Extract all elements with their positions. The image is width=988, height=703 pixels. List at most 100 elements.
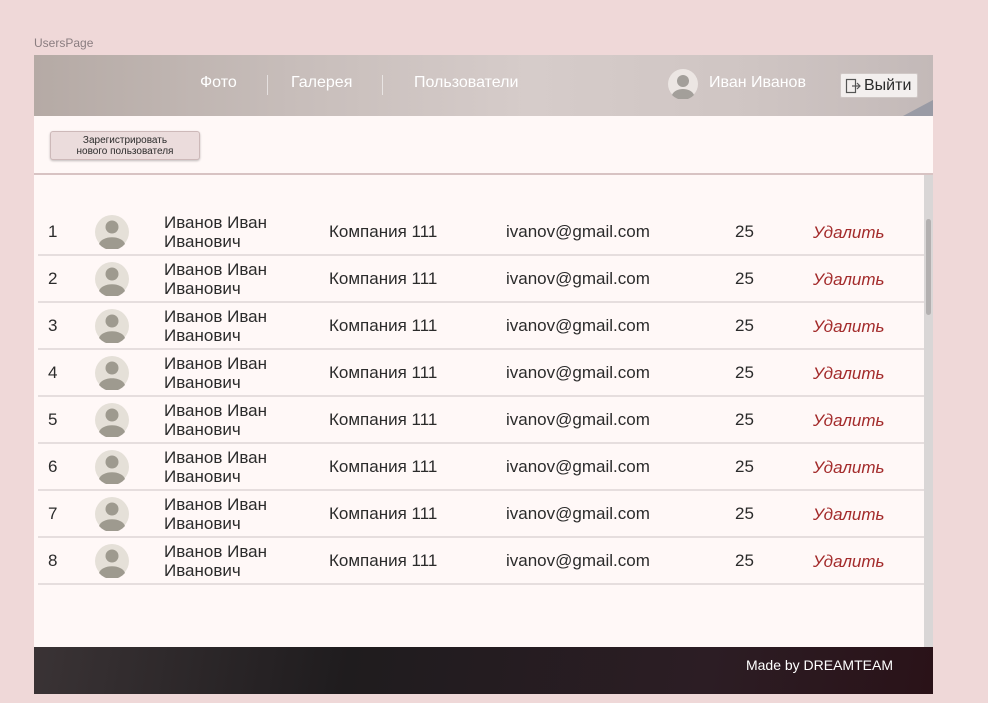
logout-label: Выйти [864, 76, 912, 94]
user-name-line1: Иванов Иван [164, 307, 268, 326]
user-age: 25 [735, 222, 754, 241]
user-name-line1: Иванов Иван [164, 354, 268, 373]
user-avatar-icon [95, 497, 129, 533]
user-full-name: Иванов Иван Иванович [164, 542, 304, 580]
nav-divider [382, 75, 383, 95]
nav-photo[interactable]: Фото [200, 74, 237, 92]
user-name-line2: Иванович [164, 232, 241, 251]
delete-user-link[interactable]: Удалить [813, 317, 884, 337]
user-email: ivanov@gmail.com [506, 551, 650, 570]
logout-icon [845, 78, 861, 93]
user-full-name: Иванов Иван Иванович [164, 448, 304, 486]
user-name-line2: Иванович [164, 279, 241, 298]
row-number: 7 [48, 504, 58, 523]
row-number: 1 [48, 222, 58, 241]
user-full-name: Иванов Иван Иванович [164, 260, 304, 298]
table-row: 2 Иванов Иван Иванович Компания 111 ivan… [38, 256, 924, 303]
user-avatar-icon [95, 356, 129, 392]
table-row: 1 Иванов Иван Иванович Компания 111 ivan… [38, 209, 924, 256]
user-avatar-icon [95, 450, 129, 486]
header: Фото Галерея Пользователи Иван Иванов Вы… [34, 55, 933, 116]
user-age: 25 [735, 410, 754, 429]
table-row: 8 Иванов Иван Иванович Компания 111 ivan… [38, 538, 924, 585]
scrollbar-thumb[interactable] [926, 219, 931, 315]
row-number: 3 [48, 316, 58, 335]
user-age: 25 [735, 504, 754, 523]
user-company: Компания 111 [329, 457, 438, 476]
register-label-line2: нового пользователя [76, 145, 174, 157]
user-email: ivanov@gmail.com [506, 269, 650, 288]
table-row: 6 Иванов Иван Иванович Компания 111 ivan… [38, 444, 924, 491]
register-user-button[interactable]: Зарегистрировать нового пользователя [50, 131, 200, 160]
user-avatar-icon [95, 403, 129, 439]
delete-user-link[interactable]: Удалить [813, 552, 884, 572]
user-email: ivanov@gmail.com [506, 457, 650, 476]
user-name-line1: Иванов Иван [164, 260, 268, 279]
user-age: 25 [735, 363, 754, 382]
user-email: ivanov@gmail.com [506, 410, 650, 429]
user-full-name: Иванов Иван Иванович [164, 213, 304, 251]
logout-button[interactable]: Выйти [840, 73, 919, 98]
user-company: Компания 111 [329, 222, 438, 241]
table-row: 4 Иванов Иван Иванович Компания 111 ivan… [38, 350, 924, 397]
users-table: 1 Иванов Иван Иванович Компания 111 ivan… [34, 175, 933, 647]
user-email: ivanov@gmail.com [506, 363, 650, 382]
user-company: Компания 111 [329, 551, 438, 570]
user-company: Компания 111 [329, 269, 438, 288]
user-company: Компания 111 [329, 363, 438, 382]
footer: Made by DREAMTEAM [34, 647, 933, 694]
user-email: ivanov@gmail.com [506, 504, 650, 523]
user-email: ivanov@gmail.com [506, 316, 650, 335]
user-name-line1: Иванов Иван [164, 495, 268, 514]
user-avatar-icon [95, 215, 129, 251]
nav-gallery[interactable]: Галерея [291, 74, 352, 92]
user-full-name: Иванов Иван Иванович [164, 354, 304, 392]
user-name-line1: Иванов Иван [164, 448, 268, 467]
user-name-line2: Иванович [164, 561, 241, 580]
user-full-name: Иванов Иван Иванович [164, 495, 304, 533]
toolbar: Зарегистрировать нового пользователя [34, 116, 933, 175]
user-name-line1: Иванов Иван [164, 542, 268, 561]
current-user-name[interactable]: Иван Иванов [709, 74, 806, 92]
user-avatar-icon [95, 544, 129, 580]
row-number: 6 [48, 457, 58, 476]
user-email: ivanov@gmail.com [506, 222, 650, 241]
delete-user-link[interactable]: Удалить [813, 364, 884, 384]
user-avatar-icon[interactable] [668, 69, 698, 100]
user-company: Компания 111 [329, 410, 438, 429]
user-company: Компания 111 [329, 504, 438, 523]
user-company: Компания 111 [329, 316, 438, 335]
row-number: 4 [48, 363, 58, 382]
row-number: 5 [48, 410, 58, 429]
delete-user-link[interactable]: Удалить [813, 270, 884, 290]
user-full-name: Иванов Иван Иванович [164, 401, 304, 439]
row-number: 2 [48, 269, 58, 288]
user-age: 25 [735, 551, 754, 570]
user-avatar-icon [95, 262, 129, 298]
user-name-line1: Иванов Иван [164, 213, 268, 232]
nav-users[interactable]: Пользователи [414, 74, 518, 92]
scrollbar[interactable] [924, 175, 933, 647]
delete-user-link[interactable]: Удалить [813, 505, 884, 525]
delete-user-link[interactable]: Удалить [813, 223, 884, 243]
user-name-line2: Иванович [164, 514, 241, 533]
user-name-line2: Иванович [164, 373, 241, 392]
delete-user-link[interactable]: Удалить [813, 458, 884, 478]
user-full-name: Иванов Иван Иванович [164, 307, 304, 345]
footer-credit: Made by DREAMTEAM [745, 657, 893, 673]
user-age: 25 [735, 269, 754, 288]
delete-user-link[interactable]: Удалить [813, 411, 884, 431]
user-name-line2: Иванович [164, 420, 241, 439]
table-row: 5 Иванов Иван Иванович Компания 111 ivan… [38, 397, 924, 444]
user-avatar-icon [95, 309, 129, 345]
users-page: Фото Галерея Пользователи Иван Иванов Вы… [34, 55, 933, 694]
users-table-body: 1 Иванов Иван Иванович Компания 111 ivan… [38, 209, 924, 585]
user-name-line2: Иванович [164, 467, 241, 486]
frame-label: UsersPage [34, 36, 94, 50]
user-age: 25 [735, 316, 754, 335]
user-age: 25 [735, 457, 754, 476]
user-name-line1: Иванов Иван [164, 401, 268, 420]
row-number: 8 [48, 551, 58, 570]
register-label-line1: Зарегистрировать [82, 134, 168, 146]
nav-divider [267, 75, 268, 95]
